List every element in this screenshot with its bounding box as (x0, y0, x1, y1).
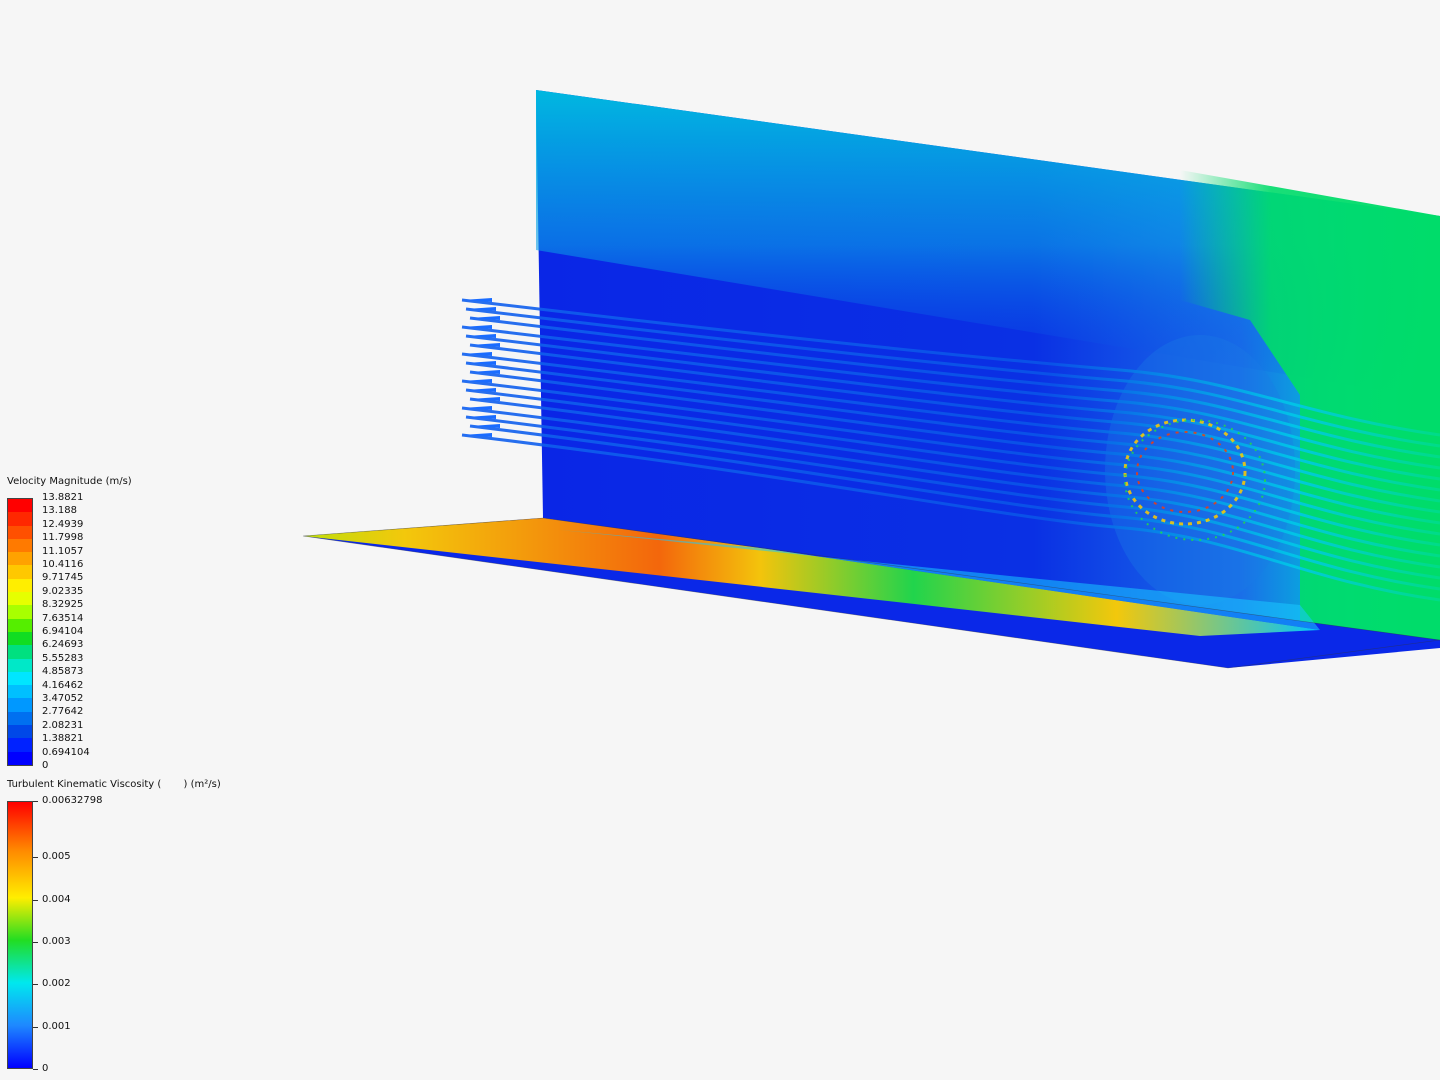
velocity-tick-label: 7.63514 (42, 612, 84, 624)
velocity-tick-label: 13.8821 (42, 492, 84, 503)
tkv-tick-mark (33, 1026, 38, 1028)
velocity-tick-label: 12.4939 (42, 518, 84, 530)
tkv-legend-title: Turbulent Kinematic Viscosity ( ) (m²/s) (7, 779, 221, 790)
velocity-tick-label: 2.77642 (42, 706, 84, 718)
velocity-tick-label: 6.24693 (42, 639, 84, 651)
velocity-colorbar-band (8, 499, 32, 513)
velocity-tick-label: 4.85873 (42, 666, 84, 678)
tkv-tick-label: 0 (42, 1063, 49, 1074)
tkv-tick-mark (33, 1069, 38, 1070)
velocity-tick-label: 10.4116 (42, 559, 84, 570)
velocity-colorbar-band (8, 565, 32, 579)
velocity-colorbar-band (8, 618, 32, 632)
velocity-colorbar-band (8, 725, 32, 739)
tkv-tick-label: 0.005 (42, 851, 71, 863)
velocity-colorbar-band (8, 711, 32, 726)
tkv-tick-label: 0.003 (42, 935, 71, 947)
velocity-colorbar-band (8, 605, 32, 619)
tkv-tick-label: 0.002 (42, 978, 71, 990)
tkv-tick-mark (33, 857, 38, 859)
velocity-tick-label: 5.55283 (42, 652, 84, 664)
velocity-tick-label: 1.38821 (42, 733, 84, 745)
tkv-tick-label: 0.00632798 (42, 795, 103, 806)
velocity-tick-label: 4.16462 (42, 679, 84, 691)
velocity-colorbar (7, 498, 33, 766)
velocity-colorbar-band (8, 512, 32, 526)
velocity-colorbar-band (8, 671, 32, 686)
velocity-colorbar-band (8, 685, 32, 699)
velocity-tick-label: 9.71745 (42, 572, 84, 584)
velocity-colorbar-band (8, 538, 32, 553)
velocity-colorbar-band (8, 751, 32, 765)
velocity-colorbar-band (8, 592, 32, 606)
velocity-colorbar-band (8, 738, 32, 752)
tkv-tick-label: 0.004 (42, 893, 71, 905)
velocity-colorbar-band (8, 645, 32, 659)
tkv-tick-mark (33, 801, 38, 802)
tkv-tick-mark (33, 984, 38, 986)
velocity-legend-title: Velocity Magnitude (m/s) (7, 476, 132, 487)
velocity-tick-label: 11.1057 (42, 545, 84, 557)
tkv-tick-mark (33, 941, 38, 943)
velocity-tick-label: 11.7998 (42, 532, 84, 544)
velocity-colorbar-band (8, 631, 32, 646)
cfd-3d-viewport[interactable] (0, 0, 1440, 1080)
velocity-tick-label: 3.47052 (42, 693, 84, 704)
velocity-colorbar-band (8, 698, 32, 712)
velocity-colorbar-band (8, 658, 32, 672)
velocity-tick-label: 9.02335 (42, 585, 84, 597)
velocity-tick-label: 0 (42, 760, 49, 771)
velocity-tick-label: 2.08231 (42, 719, 84, 731)
tkv-tick-mark (33, 899, 38, 901)
velocity-colorbar-band (8, 578, 32, 593)
tkv-tick-label: 0.001 (42, 1020, 71, 1032)
velocity-tick-label: 0.694104 (42, 746, 90, 758)
velocity-tick-label: 13.188 (42, 505, 77, 517)
velocity-colorbar-band (8, 552, 32, 566)
velocity-tick-label: 6.94104 (42, 626, 84, 637)
velocity-colorbar-band (8, 525, 32, 539)
velocity-tick-label: 8.32925 (42, 599, 84, 611)
tkv-colorbar (7, 801, 33, 1069)
